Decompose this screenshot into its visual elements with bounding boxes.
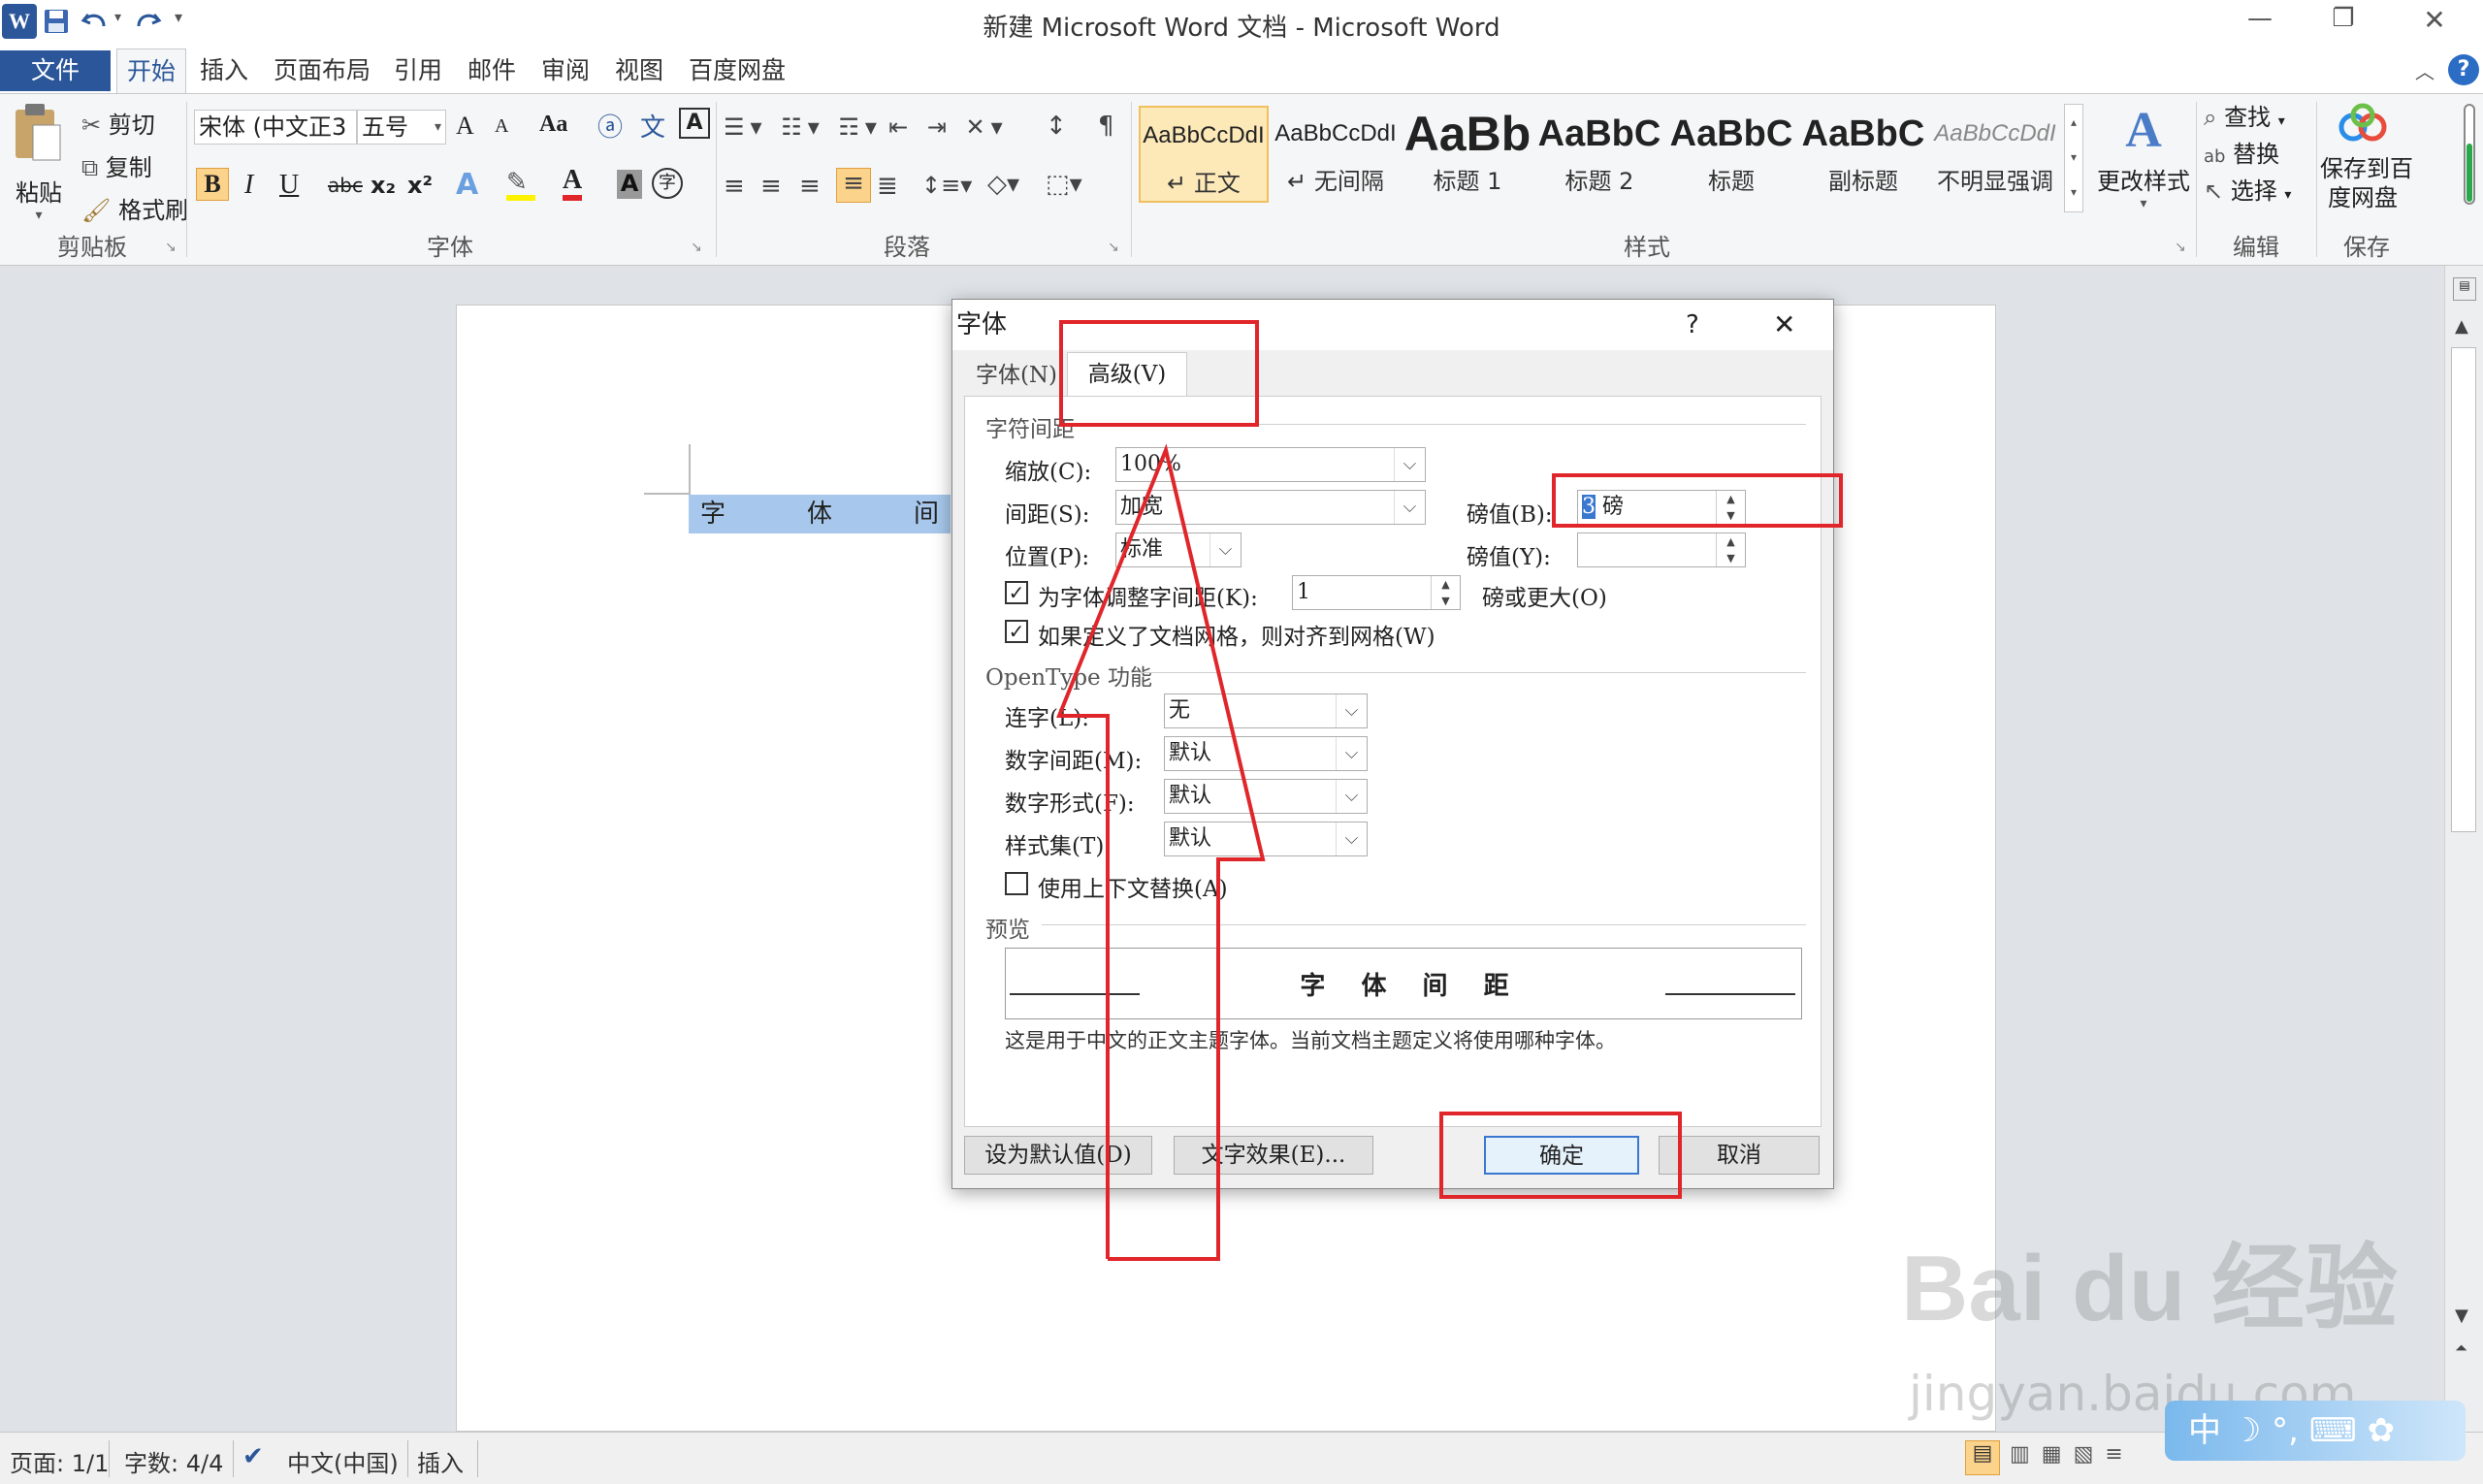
annotation-arrow [1056,443,1266,1261]
